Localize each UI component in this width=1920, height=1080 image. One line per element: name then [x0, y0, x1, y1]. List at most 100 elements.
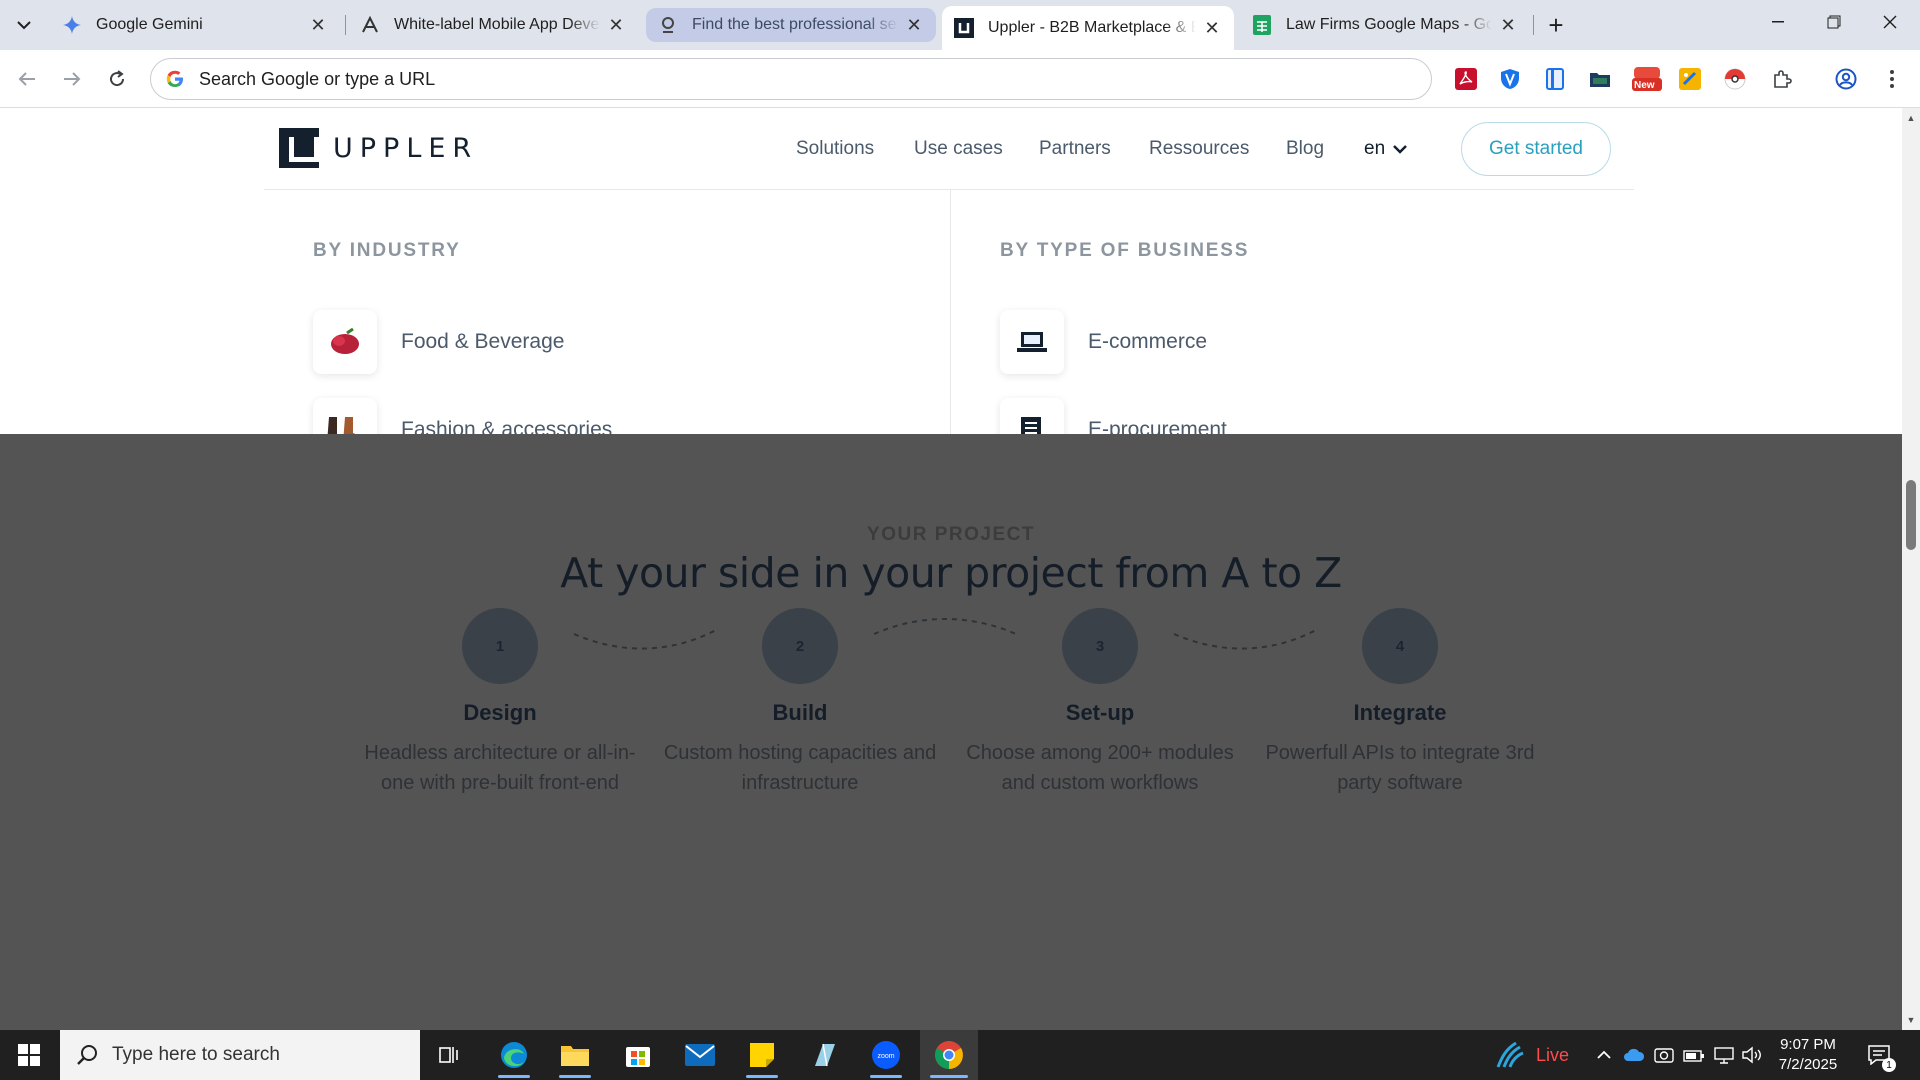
browser-tab-gemini[interactable]: Google Gemini ✕: [50, 8, 340, 42]
meet-now-tray-icon[interactable]: [1652, 1043, 1676, 1067]
browser-tab-whitelabel[interactable]: White-label Mobile App Development ✕: [348, 8, 638, 42]
search-icon: [77, 1045, 97, 1065]
new-tab-button[interactable]: +: [1540, 9, 1572, 41]
taskbar-edge[interactable]: [486, 1030, 542, 1080]
uppler-logo[interactable]: UPPLER: [279, 128, 478, 168]
taskbar-store[interactable]: [610, 1030, 666, 1080]
chevron-up-icon: [1597, 1050, 1611, 1059]
folder-extension-button[interactable]: [1586, 65, 1614, 93]
taskbar-search-box[interactable]: Type here to search: [60, 1030, 420, 1080]
close-icon[interactable]: ✕: [1202, 18, 1222, 38]
taskbar-file-explorer[interactable]: [547, 1030, 603, 1080]
reload-icon: [110, 70, 125, 87]
nav-blog[interactable]: Blog: [1286, 138, 1324, 160]
back-button[interactable]: [10, 62, 44, 96]
uppler-logo-mark: [279, 128, 319, 168]
browser-tab-professional-services[interactable]: Find the best professional services ✕: [646, 8, 936, 42]
food-icon: [313, 310, 377, 374]
scroll-up-arrow-icon[interactable]: ▲: [1902, 110, 1920, 126]
extensions-button[interactable]: [1768, 65, 1796, 93]
page-dim-overlay[interactable]: YOUR PROJECT At your side in your projec…: [0, 434, 1902, 1030]
coupon-extension-button[interactable]: [1676, 65, 1704, 93]
by-industry-heading: BY INDUSTRY: [313, 240, 461, 261]
get-started-button[interactable]: Get started: [1461, 122, 1611, 176]
acrobat-extension-button[interactable]: [1452, 65, 1480, 93]
browser-tab-uppler[interactable]: Uppler - B2B Marketplace & B2B ✕: [942, 6, 1234, 50]
battery-tray-icon[interactable]: [1682, 1043, 1706, 1067]
task-view-button[interactable]: [422, 1030, 478, 1080]
running-indicator: [870, 1075, 902, 1078]
reload-button[interactable]: [100, 62, 134, 96]
close-icon[interactable]: ✕: [904, 15, 924, 35]
minimize-button[interactable]: [1750, 0, 1806, 44]
taskbar-sticky-notes[interactable]: [734, 1030, 790, 1080]
restore-icon: [1827, 15, 1841, 29]
tab-title: Google Gemini: [96, 16, 203, 33]
windows-logo-icon: [18, 1044, 40, 1066]
shield-extension-button[interactable]: [1496, 65, 1524, 93]
restore-button[interactable]: [1806, 0, 1862, 44]
cloud-icon: [1624, 1048, 1645, 1061]
chrome-icon: [935, 1041, 963, 1069]
taskbar-snipping[interactable]: [796, 1030, 852, 1080]
nav-use-cases[interactable]: Use cases: [914, 138, 1003, 160]
step-set-up: 3 Set-up Choose among 200+ modules and c…: [960, 608, 1240, 798]
battery-icon: [1683, 1050, 1704, 1062]
menu-item-label: Food & Beverage: [401, 330, 565, 353]
page-scrollbar[interactable]: ▲ ▼: [1902, 108, 1920, 1030]
menu-item-e-commerce[interactable]: E-commerce: [1000, 310, 1207, 374]
nav-ressources[interactable]: Ressources: [1149, 138, 1249, 160]
docs-extension-button[interactable]: [1541, 65, 1569, 93]
close-window-button[interactable]: [1862, 0, 1918, 44]
menu-item-food-beverage[interactable]: Food & Beverage: [313, 310, 564, 374]
start-button[interactable]: [0, 1030, 58, 1080]
system-clock[interactable]: 9:07 PM 7/2/2025: [1770, 1035, 1846, 1075]
taskbar-chrome[interactable]: [920, 1030, 978, 1080]
browser-tab-strip: Google Gemini ✕ White-label Mobile App D…: [0, 0, 1920, 50]
network-tray-icon[interactable]: [1712, 1043, 1736, 1067]
browser-tab-law-firms-sheet[interactable]: Law Firms Google Maps - Google Sheets ✕: [1240, 8, 1530, 42]
clock-time: 9:07 PM: [1780, 1036, 1836, 1053]
step-design: 1 Design Headless architecture or all-in…: [360, 608, 640, 798]
tab-title: Law Firms Google Maps - Google Sheets: [1286, 16, 1492, 33]
taskbar-search-placeholder: Type here to search: [112, 1044, 280, 1065]
pokeball-extension-button[interactable]: [1721, 65, 1749, 93]
tab-search-button[interactable]: [8, 9, 40, 41]
browser-menu-button[interactable]: [1878, 65, 1906, 93]
close-icon[interactable]: ✕: [308, 15, 328, 35]
arrow-right-icon: [64, 72, 81, 86]
volume-tray-icon[interactable]: [1740, 1043, 1764, 1067]
nav-partners[interactable]: Partners: [1039, 138, 1111, 160]
address-bar[interactable]: Search Google or type a URL: [150, 58, 1432, 100]
step-title: Design: [463, 700, 537, 725]
profile-button[interactable]: [1832, 65, 1860, 93]
folder-icon: [561, 1046, 589, 1066]
new-extension-button[interactable]: New: [1631, 65, 1663, 93]
project-eyebrow: YOUR PROJECT: [867, 524, 1035, 545]
step-description: Headless architecture or all-in-one with…: [364, 742, 636, 794]
step-title: Build: [772, 700, 828, 725]
close-icon[interactable]: ✕: [606, 15, 626, 35]
task-view-icon: [439, 1047, 458, 1063]
laptop-icon: [1000, 310, 1064, 374]
nav-solutions[interactable]: Solutions: [796, 138, 874, 160]
taskbar-zoom[interactable]: zoom: [858, 1030, 914, 1080]
live-weather-icon: [1496, 1041, 1524, 1068]
uppler-favicon-icon: [954, 18, 974, 38]
camera-icon: [1654, 1048, 1674, 1063]
edge-icon: [501, 1042, 527, 1068]
step-title: Integrate: [1353, 700, 1447, 725]
close-icon: [1883, 15, 1897, 29]
scrollbar-thumb[interactable]: [1906, 480, 1916, 550]
live-tray-item[interactable]: Live: [1494, 1030, 1569, 1080]
onedrive-tray-icon[interactable]: [1622, 1043, 1646, 1067]
arrow-left-icon: [18, 72, 35, 86]
logo-text: UPPLER: [333, 132, 479, 164]
taskbar-mail[interactable]: [672, 1030, 728, 1080]
scroll-down-arrow-icon[interactable]: ▼: [1902, 1012, 1920, 1028]
show-hidden-icons-button[interactable]: [1592, 1043, 1616, 1067]
close-icon[interactable]: ✕: [1498, 15, 1518, 35]
store-icon: [626, 1047, 650, 1067]
language-selector[interactable]: en: [1364, 138, 1408, 160]
forward-button[interactable]: [55, 62, 89, 96]
